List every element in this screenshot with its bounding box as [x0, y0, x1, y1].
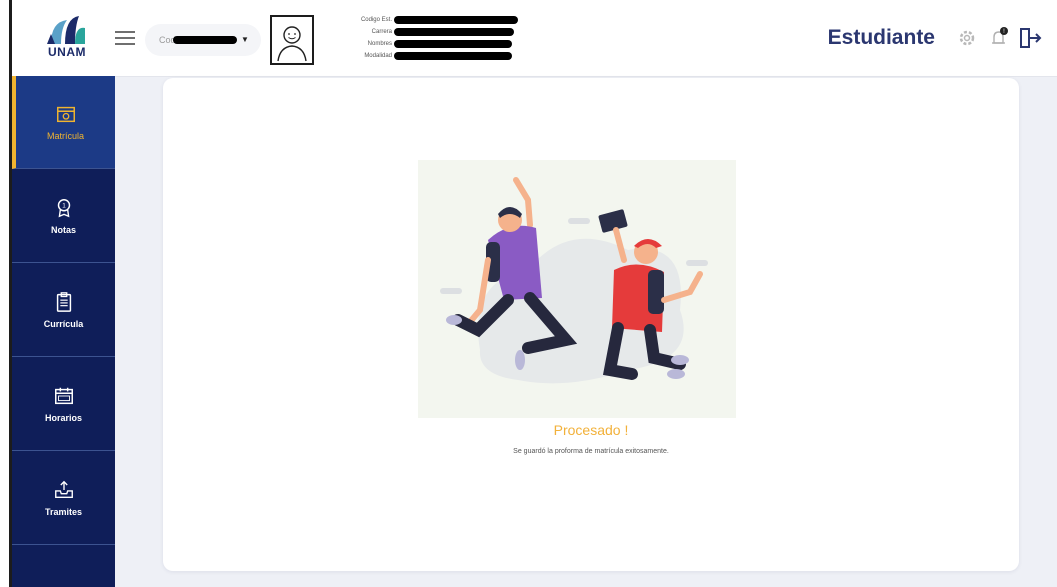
info-label-codigo: Codigo Est. [360, 17, 392, 23]
menu-toggle-button[interactable] [115, 31, 135, 45]
unam-logo: UNAM [39, 14, 95, 62]
logo-text: UNAM [48, 45, 86, 59]
sidebar-item-horarios[interactable]: Horarios [12, 357, 115, 451]
award-icon: 1 [57, 198, 70, 217]
student-info: Codigo Est. Carrera Nombres Modalidad [330, 14, 520, 66]
main-card: Procesado ! Se guardó la proforma de mat… [163, 78, 1019, 571]
window-edge [0, 0, 12, 587]
cod-redacted-value [173, 36, 237, 44]
user-placeholder-icon [277, 26, 307, 62]
success-illustration [418, 160, 736, 418]
calendar-icon [54, 387, 73, 404]
redacted-value [394, 40, 512, 48]
redacted-value [394, 28, 514, 36]
inbox-upload-icon [54, 480, 73, 498]
sidebar-item-tramites[interactable]: Tramites [12, 451, 115, 545]
sidebar-item-label: Notas [50, 224, 76, 235]
info-label-nombres: Nombres [367, 41, 392, 47]
sidebar-item-curricula[interactable]: Currícula [12, 263, 115, 357]
redacted-value [394, 52, 512, 60]
cod-select[interactable]: Cod ▼ [145, 24, 261, 56]
sidebar-item-label: Matrícula [46, 131, 84, 141]
sidebar-item-notas[interactable]: 1 Notas [12, 169, 115, 263]
info-label-modalidad: Modalidad [364, 53, 392, 59]
success-title: Procesado ! [553, 422, 629, 438]
notification-bell-icon[interactable]: ! [988, 26, 1012, 50]
logo-mark-icon [47, 16, 85, 44]
sidebar-item-label: Horarios [44, 412, 82, 423]
success-message: Se guardó la proforma de matrícula exito… [513, 448, 669, 455]
calendar-clock-icon [56, 106, 75, 123]
settings-gear-icon[interactable] [955, 26, 979, 50]
top-bar: UNAM Cod ▼ Codigo Est. Carrera Nombres M… [12, 0, 1057, 77]
sidebar: Matrícula 1 Notas Currícula Horarios Tra… [12, 76, 115, 587]
sidebar-item-label: Currícula [43, 318, 84, 329]
role-title: Estudiante [827, 26, 935, 49]
sidebar-item-matricula[interactable]: Matrícula [12, 76, 115, 169]
jumping-students-illustration [418, 160, 736, 418]
info-label-carrera: Carrera [371, 29, 392, 35]
avatar [270, 15, 314, 65]
sidebar-item-label: Tramites [44, 506, 83, 517]
clipboard-icon [56, 291, 71, 312]
redacted-value [394, 16, 518, 24]
logout-icon[interactable] [1018, 26, 1042, 50]
svg-text:1: 1 [62, 202, 66, 209]
caret-down-icon: ▼ [241, 35, 249, 44]
